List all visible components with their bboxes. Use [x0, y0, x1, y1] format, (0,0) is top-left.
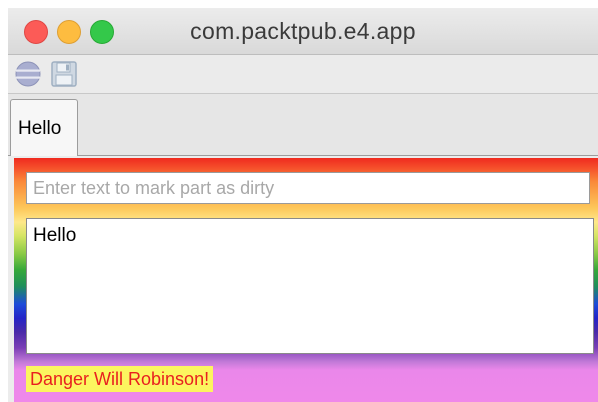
title-bar[interactable]: com.packtpub.e4.app [8, 8, 598, 55]
tab-label: Hello [18, 118, 62, 139]
tab-hello[interactable]: Hello [10, 99, 78, 156]
tab-bar: Hello [8, 94, 598, 156]
window-title: com.packtpub.e4.app [190, 18, 416, 44]
main-toolbar [8, 55, 598, 94]
part-content: Hello Danger Will Robinson! [14, 158, 598, 402]
dirty-text-input[interactable] [26, 172, 590, 204]
save-icon[interactable] [50, 60, 78, 88]
sync-icon[interactable] [14, 60, 42, 88]
warning-label: Danger Will Robinson! [26, 366, 214, 392]
app-window: com.packtpub.e4.app Hello Hello [8, 8, 598, 402]
hello-text-area[interactable]: Hello [26, 218, 594, 354]
